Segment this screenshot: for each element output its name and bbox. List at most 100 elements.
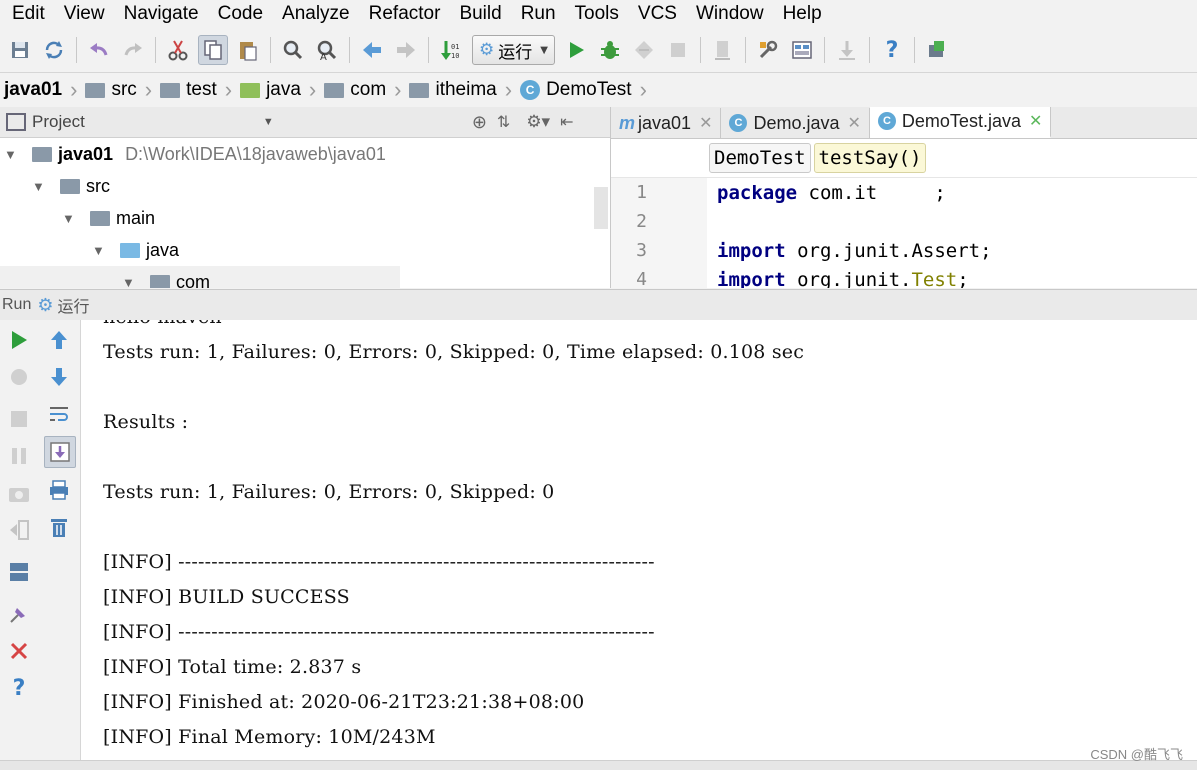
project-structure-icon[interactable]	[788, 36, 816, 64]
arrow-down-icon[interactable]	[44, 362, 74, 392]
maven-icon: m	[619, 112, 636, 133]
run-configuration-select[interactable]: ⚙ 运行 ▼	[472, 35, 555, 65]
menu-edit[interactable]: Edit	[0, 3, 52, 25]
sync-icon[interactable]	[40, 36, 68, 64]
coverage-icon[interactable]	[630, 36, 658, 64]
gear-icon[interactable]: ⚙▾	[526, 112, 550, 132]
run-config-tab[interactable]: 运行	[58, 293, 90, 317]
breadcrumb-label: java	[266, 79, 301, 100]
menu-view[interactable]: View	[52, 3, 112, 25]
menu-code[interactable]: Code	[206, 3, 270, 25]
help-icon[interactable]: ?	[4, 673, 34, 703]
run-panel-label[interactable]: Run	[2, 296, 31, 314]
menu-vcs[interactable]: VCS	[626, 3, 684, 25]
undo-icon[interactable]	[85, 36, 113, 64]
breadcrumb-label: DemoTest	[546, 79, 632, 100]
forward-icon[interactable]	[392, 36, 420, 64]
close-icon[interactable]	[4, 636, 34, 666]
menu-help[interactable]: Help	[771, 3, 829, 25]
tab-java01[interactable]: m java01 ✕	[611, 108, 722, 138]
help-icon[interactable]: ?	[878, 36, 906, 64]
layout-icon[interactable]	[4, 557, 34, 587]
close-icon[interactable]: ✕	[1029, 111, 1042, 131]
module-path: D:\Work\IDEA\18javaweb\java01	[125, 143, 386, 164]
collapse-all-icon[interactable]: ⇅	[497, 112, 510, 132]
replace-icon[interactable]: A	[313, 36, 341, 64]
breadcrumb-label: src	[111, 79, 137, 100]
tree-item-java[interactable]: ▼ java	[0, 234, 610, 266]
trash-icon[interactable]	[44, 512, 74, 542]
save-icon[interactable]	[6, 36, 34, 64]
breadcrumb-java[interactable]: java ›	[236, 73, 320, 107]
menu-window[interactable]: Window	[684, 3, 771, 25]
tree-item-label: java	[146, 239, 180, 260]
print-icon[interactable]	[44, 475, 74, 505]
breadcrumb-com[interactable]: com ›	[320, 73, 405, 107]
close-icon[interactable]: ✕	[699, 113, 712, 133]
pin-icon[interactable]	[4, 599, 34, 629]
code-text: ;	[957, 268, 969, 289]
stop-icon[interactable]	[4, 404, 34, 434]
menu-analyze[interactable]: Analyze	[270, 3, 357, 25]
vcs-update-icon[interactable]	[709, 36, 737, 64]
code-view[interactable]: 1 package com.it ; 2 3 import org.junit.…	[611, 177, 1197, 288]
console-output[interactable]: hello maven Tests run: 1, Failures: 0, E…	[81, 320, 1197, 760]
stop-icon[interactable]	[664, 36, 692, 64]
tree-item-com[interactable]: ▼ com	[0, 266, 400, 288]
tab-label: Demo.java	[753, 112, 840, 133]
arrow-up-icon[interactable]	[44, 325, 74, 355]
hide-panel-icon[interactable]: ⇤	[560, 112, 573, 132]
menu-run[interactable]: Run	[509, 3, 563, 25]
breadcrumb-test[interactable]: test ›	[156, 73, 236, 107]
run-icon[interactable]	[562, 36, 590, 64]
tab-demotest-java[interactable]: C DemoTest.java ✕	[869, 107, 1052, 138]
editor-crumb-class[interactable]: DemoTest	[709, 143, 811, 173]
close-icon[interactable]: ✕	[848, 113, 861, 133]
breadcrumb-demotest[interactable]: C DemoTest ›	[516, 73, 651, 107]
settings-wrench-icon[interactable]	[754, 36, 782, 64]
console-line: Tests run: 1, Failures: 0, Errors: 0, Sk…	[103, 341, 805, 363]
memory-indicator-icon[interactable]	[923, 36, 951, 64]
tree-item-main[interactable]: ▼ main	[0, 202, 610, 234]
find-icon[interactable]	[279, 36, 307, 64]
rerun-icon[interactable]	[4, 325, 34, 355]
console-line: [INFO] Finished at: 2020-06-21T23:21:38+…	[103, 691, 585, 713]
project-panel-title[interactable]: Project	[32, 112, 85, 132]
toolbar-separator	[349, 37, 350, 63]
navigation-breadcrumb: java01 › src › test › java › com › itheima › C…	[0, 72, 1197, 108]
project-panel-header: Project ▼ ⊕ ⇅ ⚙▾ ⇤	[0, 107, 610, 138]
tab-demo-java[interactable]: C Demo.java ✕	[721, 108, 870, 138]
back-icon[interactable]	[358, 36, 386, 64]
tree-item-java01[interactable]: ▼ java01 D:\Work\IDEA\18javaweb\java01	[0, 138, 610, 170]
tree-item-src[interactable]: ▼ src	[0, 170, 610, 202]
menu-build[interactable]: Build	[447, 3, 508, 25]
line-number: 2	[636, 211, 647, 232]
breadcrumb-java01[interactable]: java01 ›	[0, 73, 81, 107]
editor-crumb-method[interactable]: testSay()	[813, 143, 927, 173]
menu-tools[interactable]: Tools	[563, 3, 626, 25]
build-icon[interactable]: 01 10	[437, 36, 465, 64]
chevron-down-icon[interactable]: ▼	[263, 116, 274, 128]
cut-icon[interactable]	[164, 36, 192, 64]
scroll-to-end-icon[interactable]	[44, 436, 76, 468]
console-line: [INFO] ---------------------------------…	[103, 621, 655, 643]
console-line: hello maven	[103, 320, 222, 328]
rerun-debug-icon[interactable]	[4, 362, 34, 392]
breadcrumb-src[interactable]: src ›	[81, 73, 156, 107]
camera-icon[interactable]	[4, 478, 34, 508]
paste-icon[interactable]	[234, 36, 262, 64]
soft-wrap-icon[interactable]	[44, 399, 74, 429]
pause-icon[interactable]	[4, 441, 34, 471]
breadcrumb-itheima[interactable]: itheima ›	[405, 73, 516, 107]
copy-icon[interactable]	[198, 35, 228, 65]
menu-navigate[interactable]: Navigate	[112, 3, 206, 25]
debug-icon[interactable]	[596, 36, 624, 64]
locate-icon[interactable]: ⊕	[472, 112, 487, 133]
scrollbar[interactable]	[594, 187, 608, 229]
download-icon[interactable]	[833, 36, 861, 64]
console-line: Tests run: 1, Failures: 0, Errors: 0, Sk…	[103, 481, 555, 503]
exit-icon[interactable]	[4, 515, 34, 545]
code-keyword: import	[717, 268, 786, 289]
menu-refactor[interactable]: Refactor	[357, 3, 448, 25]
redo-icon[interactable]	[119, 36, 147, 64]
